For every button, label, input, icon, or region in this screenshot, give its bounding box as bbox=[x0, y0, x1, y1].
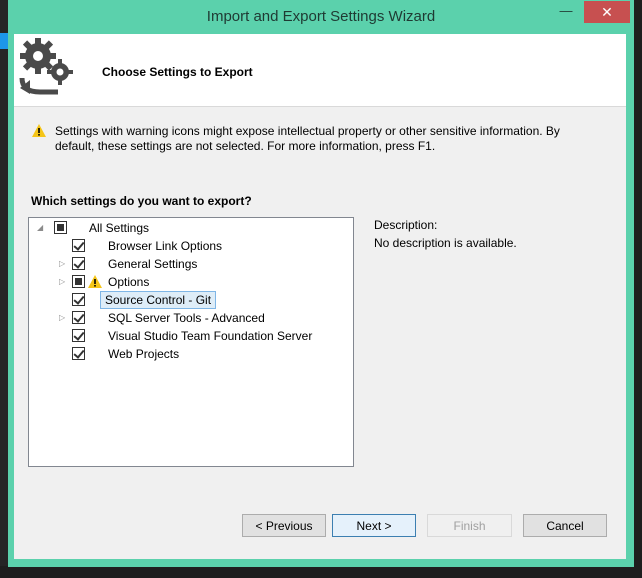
wizard-window: Import and Export Settings Wizard — ✕ Ch… bbox=[8, 0, 634, 567]
wizard-header: Choose Settings to Export bbox=[14, 34, 626, 107]
tree-root-label: All Settings bbox=[89, 221, 150, 235]
ide-tab-marker bbox=[0, 33, 8, 49]
screen: Import and Export Settings Wizard — ✕ Ch… bbox=[0, 0, 642, 578]
tree-item[interactable]: ▷ Options bbox=[29, 273, 353, 291]
window-title: Import and Export Settings Wizard bbox=[206, 8, 436, 25]
description-text: No description is available. bbox=[374, 236, 517, 250]
settings-tree[interactable]: ◢ All Settings Browser Link Options ▷ Ge… bbox=[28, 217, 354, 467]
tree-item[interactable]: Web Projects bbox=[29, 345, 353, 363]
tree-item-label: Visual Studio Team Foundation Server bbox=[108, 329, 313, 343]
tree-item[interactable]: Visual Studio Team Foundation Server bbox=[29, 327, 353, 345]
tree-root[interactable]: ◢ All Settings bbox=[29, 219, 353, 237]
checkbox-source-control-git[interactable] bbox=[72, 293, 85, 306]
description-label: Description: bbox=[374, 218, 438, 232]
checkbox-tfs[interactable] bbox=[72, 329, 85, 342]
tree-item[interactable]: Browser Link Options bbox=[29, 237, 353, 255]
expand-arrow-icon[interactable]: ▷ bbox=[59, 259, 67, 269]
minimize-button[interactable]: — bbox=[554, 4, 578, 22]
next-button[interactable]: Next > bbox=[332, 514, 416, 537]
close-button[interactable]: ✕ bbox=[584, 1, 630, 23]
previous-button[interactable]: < Previous bbox=[242, 514, 326, 537]
wizard-body: Choose Settings to Export Settings with … bbox=[14, 34, 626, 559]
checkbox-general-settings[interactable] bbox=[72, 257, 85, 270]
checkbox-sql-server-tools[interactable] bbox=[72, 311, 85, 324]
warning-icon bbox=[88, 275, 102, 288]
title-bar[interactable]: Import and Export Settings Wizard — ✕ bbox=[8, 0, 634, 34]
gears-arrow-icon bbox=[19, 38, 73, 95]
tree-item-label: SQL Server Tools - Advanced bbox=[108, 311, 265, 325]
checkbox-browser-link-options[interactable] bbox=[72, 239, 85, 252]
checkbox-options[interactable] bbox=[72, 275, 85, 288]
tree-item-label: Web Projects bbox=[108, 347, 180, 361]
tree-item-label: Browser Link Options bbox=[108, 239, 223, 253]
expand-arrow-icon[interactable]: ▷ bbox=[59, 313, 67, 323]
expand-arrow-icon[interactable]: ▷ bbox=[59, 277, 67, 287]
cancel-button[interactable]: Cancel bbox=[523, 514, 607, 537]
tree-item-label: Options bbox=[108, 275, 150, 289]
checkbox-web-projects[interactable] bbox=[72, 347, 85, 360]
finish-button[interactable]: Finish bbox=[427, 514, 512, 537]
ide-background-bottom bbox=[0, 566, 642, 578]
collapse-arrow-icon[interactable]: ◢ bbox=[37, 223, 45, 233]
tree-item[interactable]: Source Control - Git bbox=[29, 291, 353, 309]
checkbox-all-settings[interactable] bbox=[54, 221, 67, 234]
settings-question: Which settings do you want to export? bbox=[31, 194, 252, 208]
warning-icon bbox=[32, 124, 46, 137]
page-title: Choose Settings to Export bbox=[102, 65, 253, 79]
tree-item-label: General Settings bbox=[108, 257, 198, 271]
tree-item-label-selected: Source Control - Git bbox=[100, 291, 217, 309]
tree-item[interactable]: ▷ SQL Server Tools - Advanced bbox=[29, 309, 353, 327]
warning-message: Settings with warning icons might expose… bbox=[55, 124, 560, 153]
tree-item[interactable]: ▷ General Settings bbox=[29, 255, 353, 273]
